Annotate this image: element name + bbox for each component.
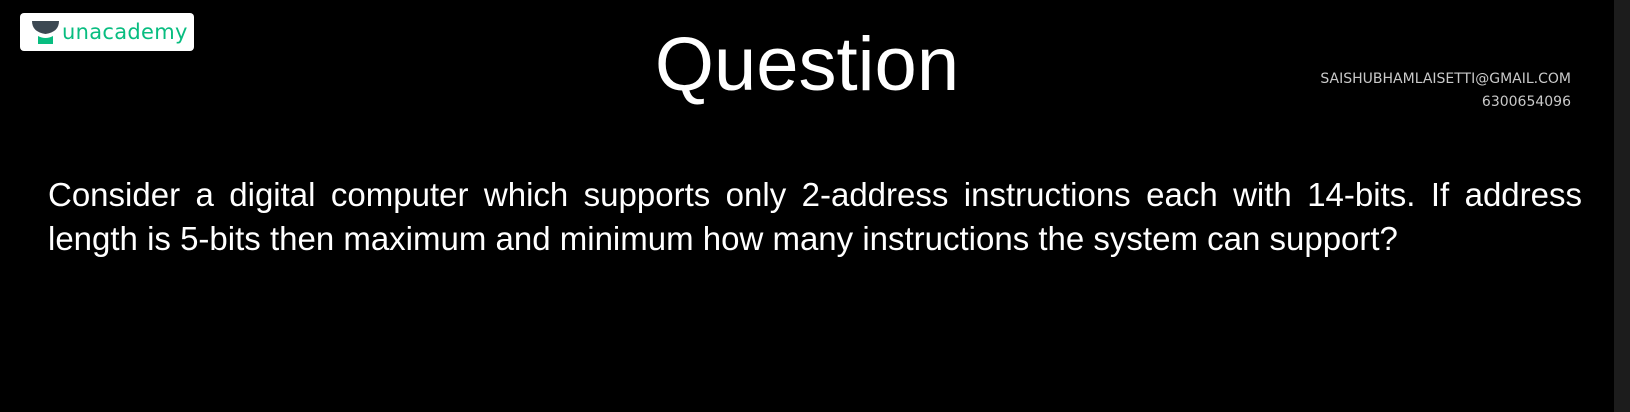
question-text: Consider a digital computer which suppor… [48, 176, 1582, 257]
window-right-edge [1614, 0, 1630, 412]
slide-canvas: unacademy Question SAISHUBHAMLAISETTI@GM… [0, 0, 1614, 412]
watermark-phone: 6300654096 [1481, 94, 1571, 110]
watermark: SAISHUBHAMLAISETTI@GMAIL.COM 6300654096 [1320, 68, 1571, 114]
watermark-email: SAISHUBHAMLAISETTI@GMAIL.COM [1320, 71, 1571, 87]
